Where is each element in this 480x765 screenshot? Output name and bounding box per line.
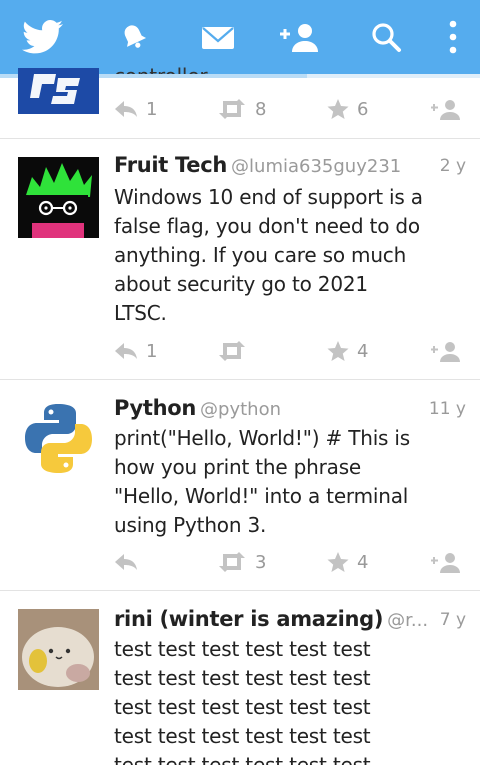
follow-user-icon (431, 553, 460, 573)
tweet-actions: 3 4 (114, 548, 466, 576)
follow-action[interactable] (430, 548, 462, 576)
follow-user-icon (431, 342, 460, 362)
tweet-header: rini (winter is amazing) @r... 7 y (114, 607, 466, 637)
tweet-header: Fruit Tech @lumia635guy231 2 y (114, 153, 466, 183)
user-handle[interactable]: @lumia635guy231 (231, 156, 401, 177)
reply-count: 1 (146, 340, 158, 362)
tweet-item[interactable]: Python @python 11 y print("Hello, World!"… (0, 380, 480, 591)
tweet-text-line: test test test test test test (114, 637, 371, 661)
favorite-count: 4 (357, 551, 369, 573)
tweet-time: 2 y (439, 156, 466, 176)
tweet-text: Windows 10 end of support is a false fla… (114, 183, 466, 328)
favorite-count: 4 (357, 340, 369, 362)
tweet-text-line: print("Hello, World!") # This is (114, 426, 411, 450)
reply-icon (115, 554, 137, 570)
user-name[interactable]: rini (winter is amazing) (114, 607, 383, 631)
user-name[interactable]: Fruit Tech (114, 153, 227, 177)
retweet-action[interactable]: 3 (217, 548, 266, 576)
star-icon (327, 552, 349, 572)
tweet-header: Python @python 11 y (114, 396, 466, 426)
retweet-action[interactable]: 8 (217, 95, 266, 123)
tweet-text-line: "Hello, World!" into a terminal (114, 484, 409, 508)
user-handle[interactable]: @r... (387, 610, 428, 631)
tweet-text-line: test test test test test test (114, 666, 371, 690)
reply-icon (115, 343, 137, 359)
tweet-time: 11 y (428, 399, 466, 419)
tweet-text: print("Hello, World!") # This is how you… (114, 424, 466, 540)
reply-action[interactable]: 1 (114, 95, 157, 123)
retweet-icon (219, 552, 245, 572)
tweet-item[interactable]: controller 1 8 6 (0, 64, 480, 139)
tweet-partial-text: controller (114, 62, 466, 74)
tweet-text-line: test test test test test test (114, 695, 371, 719)
retweet-action[interactable] (217, 337, 255, 365)
retweet-icon (219, 99, 245, 119)
user-avatar[interactable] (18, 157, 99, 238)
tweet-actions: 1 4 (114, 337, 466, 365)
reply-action[interactable] (114, 548, 146, 576)
retweet-icon (219, 341, 245, 361)
follow-action[interactable] (430, 337, 462, 365)
tweet-text-line: about security go to 2021 (114, 272, 368, 296)
star-icon (327, 99, 349, 119)
tweet-item[interactable]: rini (winter is amazing) @r... 7 y test t… (0, 591, 480, 765)
favorite-count: 6 (357, 98, 369, 120)
user-name[interactable]: Python (114, 396, 196, 420)
favorite-action[interactable]: 4 (327, 337, 368, 365)
tweet-text: test test test test test test test test … (114, 635, 466, 765)
star-icon (327, 341, 349, 361)
follow-user-icon (431, 100, 460, 120)
tweet-text-line: how you print the phrase (114, 455, 362, 479)
python-logo-avatar[interactable] (18, 398, 99, 479)
reply-count: 1 (146, 98, 158, 120)
bird-logo-icon[interactable] (18, 0, 68, 74)
follow-action[interactable] (430, 95, 462, 123)
tweet-text-line: using Python 3. (114, 513, 267, 537)
tweet-text-line: Windows 10 end of support is a (114, 185, 423, 209)
tweet-text-line: test test test test test test (114, 753, 371, 765)
tweet-text-line: false flag, you don't need to do (114, 214, 420, 238)
tweet-text-line: anything. If you care so much (114, 243, 407, 267)
tweet-time: 7 y (439, 610, 466, 630)
retweet-count: 3 (255, 551, 267, 573)
tweet-item[interactable]: Fruit Tech @lumia635guy231 2 y Windows 10… (0, 139, 480, 380)
favorite-action[interactable]: 4 (327, 548, 368, 576)
reply-icon (115, 101, 137, 117)
tweet-text-line: LTSC. (114, 301, 167, 325)
user-handle[interactable]: @python (200, 399, 281, 420)
reply-action[interactable]: 1 (114, 337, 157, 365)
playstation-logo-avatar[interactable] (18, 68, 99, 114)
tweet-text-line: test test test test test test (114, 724, 371, 748)
retweet-count: 8 (255, 98, 267, 120)
user-avatar[interactable] (18, 609, 99, 690)
tweet-actions: 1 8 6 (114, 95, 466, 123)
favorite-action[interactable]: 6 (327, 95, 368, 123)
